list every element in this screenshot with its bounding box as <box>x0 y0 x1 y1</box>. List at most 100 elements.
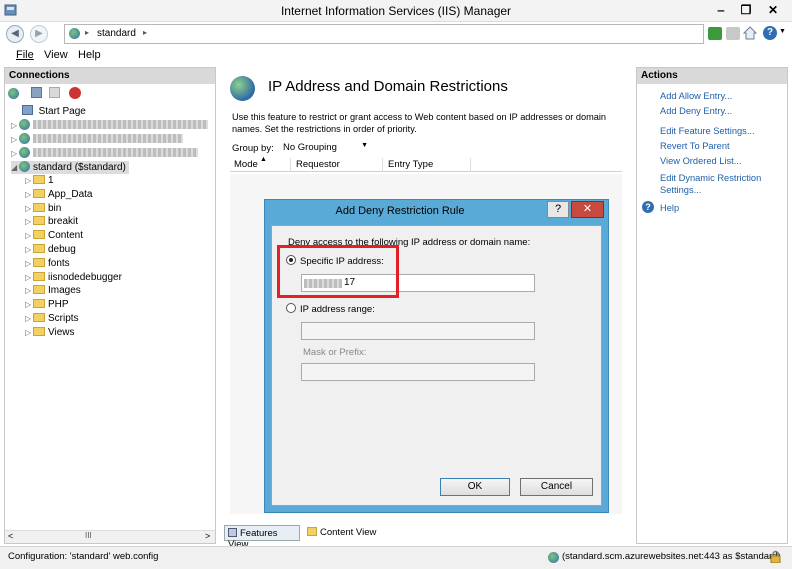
tree-item-start-page[interactable]: Start Page <box>11 105 86 118</box>
menu-file[interactable]: File <box>16 49 34 61</box>
tree-item-server-redacted[interactable]: ▷ <box>11 133 183 146</box>
tree-item-folder[interactable]: ▷ debug <box>25 244 76 257</box>
scroll-thumb[interactable]: III <box>85 531 92 540</box>
stop-icon[interactable] <box>726 27 740 40</box>
action-add-deny-entry[interactable]: Add Deny Entry... <box>660 105 732 117</box>
tree-item-folder[interactable]: ▷ Views <box>25 326 75 340</box>
expand-arrow-icon[interactable]: ▷ <box>25 286 33 295</box>
expand-arrow-icon[interactable]: ▷ <box>25 204 33 213</box>
tree-item-folder[interactable]: ▷ PHP <box>25 299 69 312</box>
radio-unselected-icon <box>286 303 296 313</box>
action-edit-dynamic-restriction[interactable]: Edit Dynamic Restriction Settings... <box>660 172 770 196</box>
expand-arrow-icon[interactable]: ▷ <box>25 176 33 185</box>
close-button[interactable]: ✕ <box>762 2 784 19</box>
column-mode[interactable]: Mode <box>234 159 258 170</box>
tree-item-server-redacted[interactable]: ▷ <box>11 147 198 160</box>
site-icon <box>19 161 30 172</box>
dialog-close-button[interactable]: ✕ <box>571 201 604 218</box>
help-icon: ? <box>642 201 654 213</box>
menu-bar: File View Help <box>0 46 792 65</box>
ip-range-input[interactable] <box>301 322 535 340</box>
folder-icon <box>33 244 45 253</box>
folder-icon <box>33 285 45 295</box>
action-help[interactable]: Help <box>660 202 679 214</box>
breadcrumb-standard[interactable]: standard <box>97 28 136 39</box>
back-button[interactable]: ◀ <box>6 25 24 43</box>
features-view-icon <box>228 528 237 537</box>
action-view-ordered-list[interactable]: View Ordered List... <box>660 155 741 167</box>
folder-icon <box>33 299 45 309</box>
forward-button[interactable]: ▶ <box>30 25 48 43</box>
connect-icon[interactable] <box>8 88 19 99</box>
tree-item-folder[interactable]: ▷ Content <box>25 230 83 243</box>
expand-arrow-icon[interactable]: ▷ <box>25 217 33 226</box>
lock-icon <box>770 550 781 564</box>
server-icon <box>19 133 30 144</box>
maximize-button[interactable]: ❐ <box>735 2 757 19</box>
dialog-help-button[interactable]: ? <box>547 201 569 218</box>
tree-item-folder[interactable]: ▷ App_Data <box>25 188 93 202</box>
tree-label: fonts <box>48 257 70 269</box>
expand-arrow-icon[interactable]: ▷ <box>25 231 33 240</box>
group-by-dropdown[interactable]: No Grouping ▼ <box>280 141 370 155</box>
action-edit-feature-settings[interactable]: Edit Feature Settings... <box>660 125 755 137</box>
expand-arrow-icon[interactable]: ▷ <box>25 300 33 309</box>
menu-help[interactable]: Help <box>78 49 101 61</box>
tree-item-folder[interactable]: ▷ 1 <box>25 175 54 188</box>
expand-arrow-icon[interactable]: ▷ <box>25 314 33 323</box>
folder-icon <box>33 313 45 322</box>
ok-button[interactable]: OK <box>440 478 510 496</box>
folder-icon <box>33 257 45 267</box>
redacted-text <box>33 134 183 143</box>
save-icon[interactable] <box>31 87 42 98</box>
delete-connection-icon[interactable] <box>69 87 81 99</box>
tree-item-folder[interactable]: ▷ Scripts <box>25 313 79 326</box>
expand-arrow-icon[interactable]: ▷ <box>25 328 33 337</box>
connections-pane: Connections Start Page ▷ ▷ ▷ ◢ standard (… <box>4 67 216 544</box>
cancel-button[interactable]: Cancel <box>520 478 593 496</box>
home-icon[interactable] <box>742 26 758 40</box>
up-icon[interactable] <box>49 87 60 98</box>
scroll-left-arrow[interactable]: < <box>8 531 13 541</box>
horizontal-scrollbar[interactable]: < III > <box>5 530 215 543</box>
help-icon[interactable]: ? <box>763 26 777 40</box>
menu-view[interactable]: View <box>44 49 68 61</box>
tree-item-folder[interactable]: ▷ iisnodedebugger <box>25 271 122 285</box>
tree-item-server-redacted[interactable]: ▷ <box>11 119 208 132</box>
refresh-icon[interactable] <box>708 27 722 40</box>
tree-label: standard ($standard) <box>33 162 126 173</box>
column-entry-type[interactable]: Entry Type <box>388 159 433 170</box>
tree-item-site-standard[interactable]: ◢ standard ($standard) <box>11 161 129 174</box>
ip-range-radio[interactable]: IP address range: <box>286 303 375 315</box>
connection-globe-icon <box>548 552 559 563</box>
tree-item-folder[interactable]: ▷ breakit <box>25 216 78 229</box>
mask-prefix-label: Mask or Prefix: <box>303 347 367 358</box>
tab-features-view[interactable]: Features View <box>224 525 300 550</box>
expand-arrow-icon[interactable]: ▷ <box>25 190 33 199</box>
folder-icon <box>33 188 45 198</box>
server-icon <box>19 147 30 158</box>
address-field[interactable]: ▸ standard ▸ <box>64 24 704 44</box>
expand-arrow-icon[interactable]: ▷ <box>25 273 33 282</box>
minimize-button[interactable]: ‒ <box>710 2 732 19</box>
folder-icon <box>33 202 45 212</box>
feature-description: Use this feature to restrict or grant ac… <box>232 112 606 134</box>
tree-label: App_Data <box>48 188 93 200</box>
help-dropdown-icon[interactable]: ▼ <box>779 28 786 35</box>
scroll-right-arrow[interactable]: > <box>205 531 210 541</box>
breadcrumb-separator: ▸ <box>143 28 148 37</box>
highlight-box-specific-ip <box>277 245 399 298</box>
expand-arrow-icon[interactable]: ▷ <box>25 245 33 254</box>
tree-item-folder[interactable]: ▷ fonts <box>25 257 70 271</box>
column-requestor[interactable]: Requestor <box>296 159 340 170</box>
tab-content-view[interactable]: Content View <box>304 525 384 541</box>
redacted-text <box>33 120 208 129</box>
tree-item-folder[interactable]: ▷ bin <box>25 202 61 216</box>
action-add-allow-entry[interactable]: Add Allow Entry... <box>660 90 732 102</box>
action-revert-to-parent[interactable]: Revert To Parent <box>660 140 730 152</box>
sort-ascending-icon: ▲ <box>260 156 267 163</box>
tree-item-folder[interactable]: ▷ Images <box>25 285 81 298</box>
status-connection: (standard.scm.azurewebsites.net:443 as $… <box>562 551 781 562</box>
mask-prefix-input[interactable] <box>301 363 535 381</box>
expand-arrow-icon[interactable]: ▷ <box>25 259 33 268</box>
